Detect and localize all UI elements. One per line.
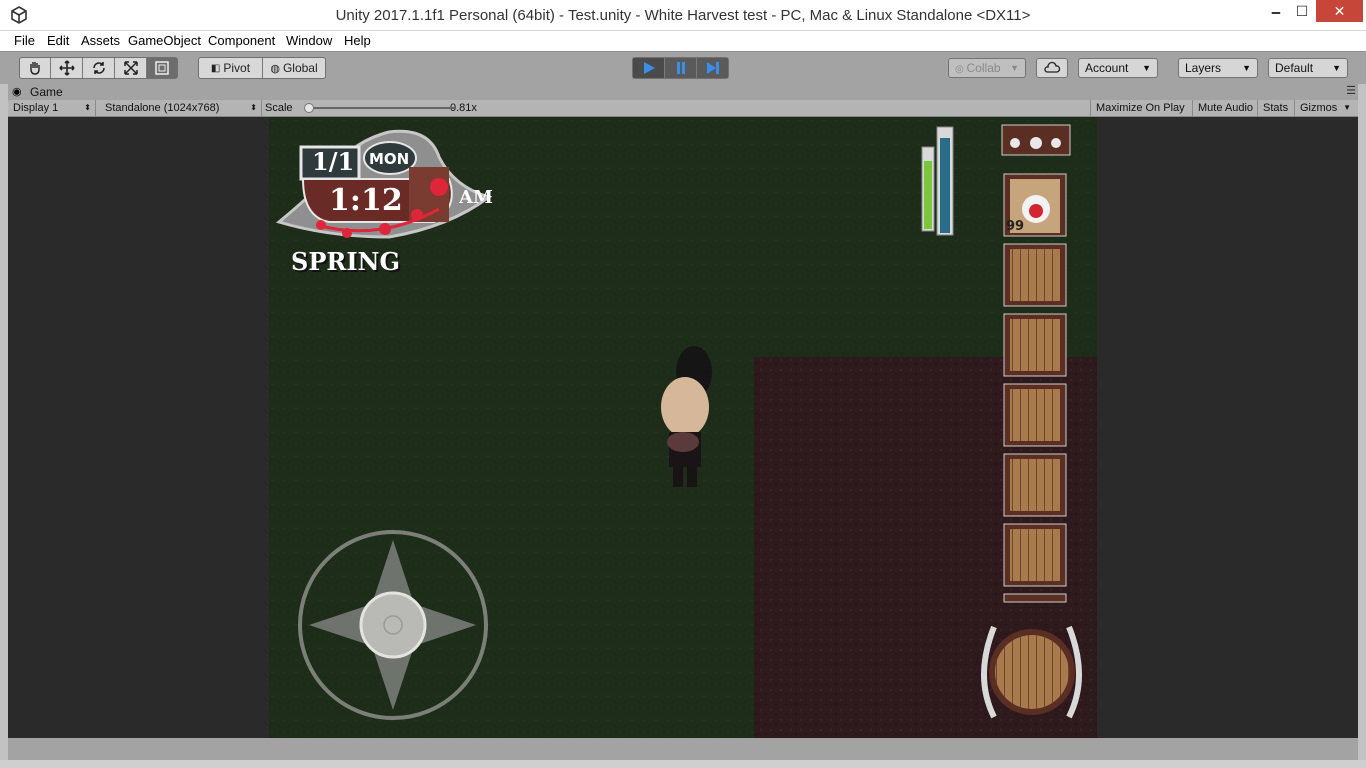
collab-label: Collab [966,61,1001,75]
hand-tool-button[interactable] [20,58,51,78]
weekday-label: MON [369,150,410,168]
maximize-on-play-toggle[interactable]: Maximize On Play [1090,100,1193,116]
scale-slider-track[interactable] [306,107,456,109]
rotate-icon [92,62,105,74]
main-toolbar: ◧ Pivot ◍ Global ◎ Collab ▼ Account ▼ Laye… [0,51,1366,84]
scale-slider-handle[interactable] [304,103,314,113]
pivot-button[interactable]: ◧ Pivot [199,58,263,78]
chevron-down-icon: ▼ [1343,103,1351,112]
globe-icon: ◍ [270,62,280,75]
date-label: 1/1 [312,147,355,176]
minimize-button[interactable]: 🗕 [1263,0,1289,22]
gizmos-dropdown[interactable]: Gizmos ▼ [1295,100,1355,116]
hand-icon [30,62,40,75]
pivot-icon: ◧ [210,62,221,74]
inventory-slot-2[interactable] [1003,243,1067,307]
rotate-tool-button[interactable] [83,58,115,78]
collab-dropdown[interactable]: ◎ Collab ▼ [948,58,1026,78]
pause-icon [676,62,685,74]
layout-label: Default [1275,61,1314,75]
menu-help[interactable]: Help [344,33,371,48]
account-label: Account [1085,61,1129,75]
step-button[interactable] [697,58,728,78]
move-arrows-icon [58,60,75,76]
season-label: SPRING [291,247,400,276]
stats-toggle[interactable]: Stats [1258,100,1295,116]
step-icon [706,62,719,74]
cloud-icon [1044,61,1061,73]
play-icon [643,62,655,74]
taskbar-strip [0,760,1366,768]
rect-transform-icon [155,61,169,75]
resolution-dropdown[interactable]: Standalone (1024x768) ⬍ [100,100,262,116]
scale-label: Scale [265,102,293,114]
inventory-slot-6[interactable] [1003,523,1067,587]
game-tab[interactable]: ◉ [12,85,22,98]
layout-dropdown[interactable]: Default ▼ [1268,58,1348,78]
hotbar-top-frame [1001,124,1071,156]
health-bar-fill [940,138,950,233]
scale-icon [123,61,138,75]
virtual-joystick[interactable] [298,530,488,720]
global-label: Global [282,61,318,75]
panel-menu-icon[interactable]: ☰ [1346,84,1356,97]
move-tool-button[interactable] [51,58,83,78]
game-tab-title[interactable]: Game [30,85,63,99]
gizmos-label: Gizmos [1300,102,1338,114]
meridiem-label: AM [459,187,493,208]
account-dropdown[interactable]: Account ▼ [1078,58,1158,78]
pivot-global-toggle: ◧ Pivot ◍ Global [198,57,326,79]
chevron-down-icon: ▼ [1332,63,1341,73]
layers-label: Layers [1185,61,1222,75]
window-title: Unity 2017.1.1f1 Personal (64bit) - Test… [335,7,1031,24]
item-count-label: 99 [1006,219,1025,234]
global-button[interactable]: ◍ Global [263,58,325,78]
chevron-down-icon: ▼ [1242,63,1251,73]
chevron-down-icon: ▼ [1142,63,1151,73]
play-button[interactable] [633,58,665,78]
chevron-down-icon: ▼ [1010,63,1019,73]
mute-audio-label: Mute Audio [1198,102,1254,114]
cloud-button[interactable] [1036,58,1068,78]
menu-gameobject[interactable]: GameObject [128,33,201,48]
game-tab-header: ◉ Game ☰ [8,84,1358,100]
collab-icon: ◎ [955,64,967,75]
scale-tool-button[interactable] [115,58,147,78]
menu-component[interactable]: Component [208,33,275,48]
inventory-slot-4[interactable] [1003,383,1067,447]
menu-assets[interactable]: Assets [81,33,120,48]
game-render[interactable]: 1/1 MON 1:12 AM SPRING 99 [269,117,1097,738]
mute-audio-toggle[interactable]: Mute Audio [1193,100,1258,116]
stats-label: Stats [1263,102,1289,114]
chevron-updown-icon: ⬍ [250,103,257,112]
layers-dropdown[interactable]: Layers ▼ [1178,58,1258,78]
pause-button[interactable] [665,58,697,78]
inventory-slot-5[interactable] [1003,453,1067,517]
status-bar [8,738,1358,760]
rect-tool-button[interactable] [147,58,177,78]
menu-window[interactable]: Window [286,33,332,48]
transform-tools [19,57,178,79]
time-label: 1:12 [329,183,403,218]
title-bar: Unity 2017.1.1f1 Personal (64bit) - Test… [0,0,1366,31]
menu-bar: File Edit Assets GameObject Component Wi… [0,31,1366,51]
menu-edit[interactable]: Edit [47,33,69,48]
maximize-button[interactable]: ☐ [1289,0,1315,22]
menu-file[interactable]: File [14,33,35,48]
close-button[interactable]: ✕ [1316,0,1363,22]
maximize-on-play-label: Maximize On Play [1096,102,1185,114]
inventory-slot-3[interactable] [1003,313,1067,377]
playback-controls [632,57,729,79]
resolution-label: Standalone (1024x768) [105,102,220,114]
stamina-bar-fill [924,161,932,229]
display-label: Display 1 [13,102,59,114]
chevron-updown-icon: ⬍ [84,103,91,112]
pivot-label: Pivot [223,61,251,75]
game-view-bar: Display 1 ⬍ Standalone (1024x768) ⬍ Scale … [8,100,1358,117]
display-dropdown[interactable]: Display 1 ⬍ [8,100,96,116]
